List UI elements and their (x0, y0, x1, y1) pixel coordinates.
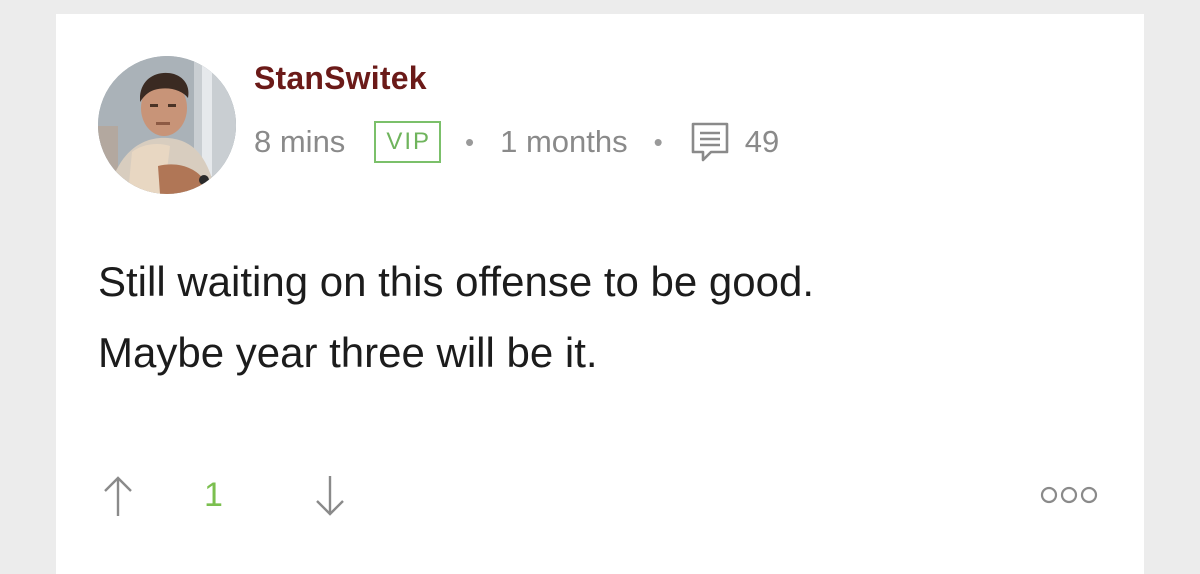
comment-line: Maybe year three will be it. (98, 329, 598, 376)
avatar-image (98, 56, 236, 194)
separator-dot: • (465, 126, 475, 157)
comment-card: StanSwitek 8 mins VIP • 1 months • 49 St… (56, 14, 1144, 574)
vip-badge: VIP (374, 121, 441, 163)
user-avatar[interactable] (98, 56, 236, 194)
comment-body: Still waiting on this offense to be good… (98, 246, 1098, 388)
arrow-up-icon[interactable] (100, 472, 136, 520)
comment-count[interactable]: 49 (745, 124, 779, 160)
comment-meta: 8 mins VIP • 1 months • 49 (254, 120, 779, 164)
member-duration: 1 months (500, 124, 628, 159)
comment-line: Still waiting on this offense to be good… (98, 258, 815, 305)
more-options-icon[interactable] (1040, 484, 1098, 506)
username[interactable]: StanSwitek (254, 60, 427, 97)
comment-bubble-icon[interactable] (689, 120, 731, 164)
vote-score: 1 (204, 476, 223, 514)
separator-dot: • (653, 126, 663, 157)
arrow-down-icon[interactable] (312, 472, 348, 520)
post-time: 8 mins (254, 124, 346, 159)
